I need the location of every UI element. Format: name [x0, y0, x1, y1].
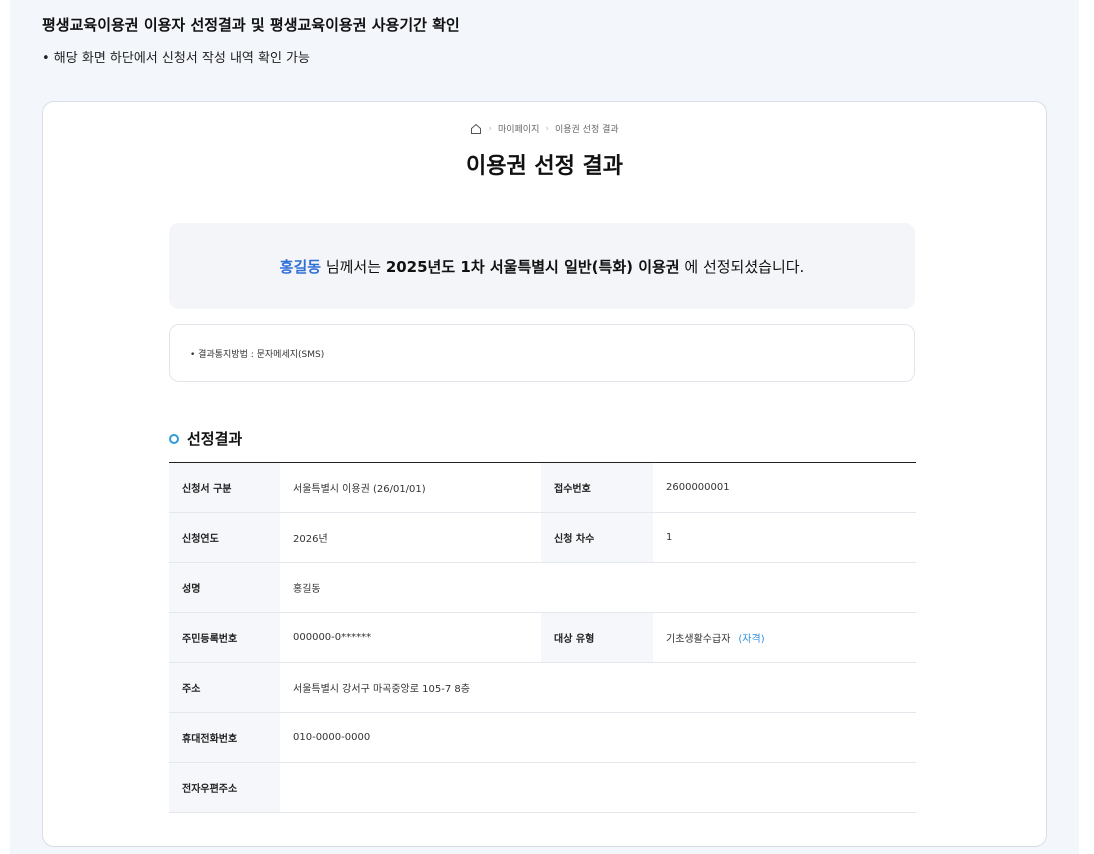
value-name: 홍길동: [280, 562, 916, 613]
table-row: 주민등록번호 000000-0****** 대상 유형 기초생활수급자 (자격): [169, 612, 916, 663]
page-background: 평생교육이용권 이용자 선정결과 및 평생교육이용권 사용기간 확인 • 해당 …: [10, 0, 1079, 854]
value-application-round: 1: [653, 512, 916, 563]
label-mobile-phone: 휴대전화번호: [169, 712, 280, 763]
breadcrumb-separator-icon: ›: [545, 123, 549, 134]
table-row: 성명 홍길동: [169, 562, 916, 613]
label-application-year: 신청연도: [169, 512, 280, 563]
table-row: 전자우편주소: [169, 762, 916, 813]
label-name: 성명: [169, 562, 280, 613]
table-row: 신청연도 2026년 신청 차수 1: [169, 512, 916, 563]
value-email: [280, 762, 916, 813]
label-receipt-number: 접수번호: [541, 462, 653, 513]
label-email: 전자우편주소: [169, 762, 280, 813]
result-card: › 마이페이지 › 이용권 선정 결과 이용권 선정 결과 홍길동 님께서는 2…: [42, 101, 1047, 847]
value-resident-number: 000000-0******: [280, 612, 541, 663]
value-mobile-phone: 010-0000-0000: [280, 712, 916, 763]
qualification-link[interactable]: (자격): [738, 634, 764, 645]
selection-result-table: 신청서 구분 서울특별시 이용권 (26/01/01) 접수번호 2600000…: [169, 462, 916, 813]
notification-method-box: • 결과통지방법 : 문자메세지(SMS): [169, 324, 915, 382]
breadcrumb-current: 이용권 선정 결과: [554, 125, 619, 135]
label-resident-number: 주민등록번호: [169, 612, 280, 663]
page-heading: 평생교육이용권 이용자 선정결과 및 평생교육이용권 사용기간 확인: [42, 16, 460, 34]
value-application-year: 2026년: [280, 512, 541, 563]
label-application-round: 신청 차수: [541, 512, 653, 563]
label-address: 주소: [169, 662, 280, 713]
value-target-type: 기초생활수급자: [666, 634, 731, 645]
banner-suffix-text: 에 선정되셨습니다.: [679, 257, 805, 276]
notification-method-text: • 결과통지방법 : 문자메세지(SMS): [190, 349, 325, 360]
page-note: • 해당 화면 하단에서 신청서 작성 내역 확인 가능: [42, 51, 310, 66]
table-row: 신청서 구분 서울특별시 이용권 (26/01/01) 접수번호 2600000…: [169, 462, 916, 513]
banner-middle-text: 님께서는: [321, 257, 386, 276]
section-title-text: 선정결과: [187, 430, 243, 448]
breadcrumb: › 마이페이지 › 이용권 선정 결과: [43, 122, 1046, 135]
label-application-type: 신청서 구분: [169, 462, 280, 513]
value-target-type-cell: 기초생활수급자 (자격): [653, 612, 916, 663]
table-row: 휴대전화번호 010-0000-0000: [169, 712, 916, 763]
ring-bullet-icon: [169, 433, 179, 444]
selection-banner: 홍길동 님께서는 2025년도 1차 서울특별시 일반(특화) 이용권 에 선정…: [169, 223, 915, 309]
table-row: 주소 서울특별시 강서구 마곡중앙로 105-7 8층: [169, 662, 916, 713]
value-address: 서울특별시 강서구 마곡중앙로 105-7 8층: [280, 662, 916, 713]
label-target-type: 대상 유형: [541, 612, 653, 663]
breadcrumb-separator-icon: ›: [488, 123, 492, 134]
value-application-type: 서울특별시 이용권 (26/01/01): [280, 462, 541, 513]
breadcrumb-mypage[interactable]: 마이페이지: [498, 122, 539, 135]
page-title: 이용권 선정 결과: [466, 154, 623, 179]
applicant-name: 홍길동: [279, 257, 322, 276]
home-icon[interactable]: [470, 123, 482, 135]
value-receipt-number: 2600000001: [653, 462, 916, 513]
voucher-name: 2025년도 1차 서울특별시 일반(특화) 이용권: [385, 257, 680, 276]
section-title: 선정결과: [169, 428, 242, 449]
